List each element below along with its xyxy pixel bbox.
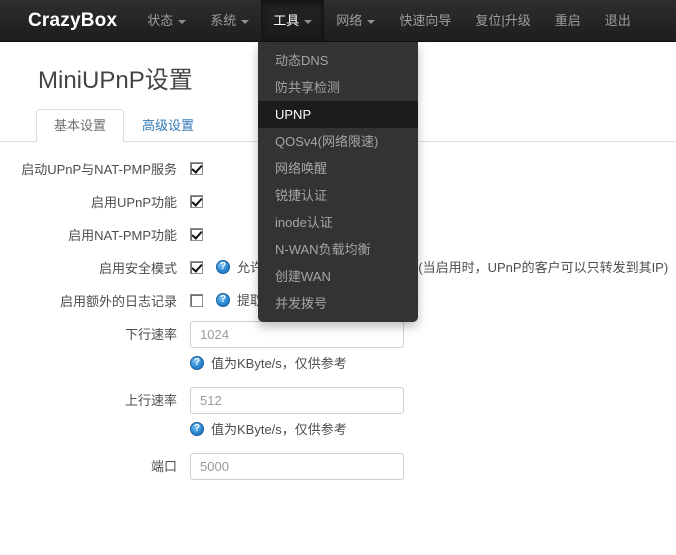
dropdown-item-7[interactable]: N-WAN负载均衡	[258, 236, 418, 263]
nav-item-label: 网络	[336, 0, 362, 42]
hint-text: 值为KByte/s，仅供参考	[211, 417, 347, 439]
dropdown-item-1[interactable]: 防共享检测	[258, 74, 418, 101]
checkbox[interactable]	[190, 195, 203, 208]
hint-text: 值为KByte/s，仅供参考	[211, 351, 347, 373]
dropdown-item-3[interactable]: QOSv4(网络限速)	[258, 128, 418, 155]
dropdown-item-6[interactable]: inode认证	[258, 209, 418, 236]
field-control: ?提取额外的调试信息至系统日志	[177, 288, 676, 310]
nav-item-label: 重启	[555, 0, 581, 42]
help-question-icon[interactable]: ?	[190, 422, 204, 436]
nav-item-7[interactable]: 退出	[593, 0, 643, 41]
tab-0[interactable]: 基本设置	[36, 109, 124, 142]
chevron-down-icon	[241, 20, 249, 24]
nav-item-4[interactable]: 快速向导	[387, 0, 463, 41]
nav-items: 状态系统工具网络快速向导复位|升级重启退出	[135, 0, 643, 41]
field-control: ?允许添加只转发给请求的IP地址(当启用时，UPnP的客户可以只转发到其IP)	[177, 255, 676, 277]
tab-1[interactable]: 高级设置	[124, 109, 212, 142]
field-label: 启动UPnP与NAT-PMP服务	[0, 156, 177, 179]
field-control	[177, 156, 676, 175]
checkbox[interactable]	[190, 261, 203, 274]
checkbox[interactable]	[190, 294, 203, 307]
field-control: ? 值为KByte/s，仅供参考	[177, 387, 676, 439]
nav-item-0[interactable]: 状态	[135, 0, 198, 41]
chevron-down-icon	[178, 20, 186, 24]
nav-item-label: 退出	[605, 0, 631, 42]
nav-item-label: 复位|升级	[475, 0, 530, 42]
nav-item-2[interactable]: 工具	[261, 0, 324, 41]
text-input[interactable]	[190, 387, 404, 414]
dropdown-item-4[interactable]: 网络唤醒	[258, 155, 418, 182]
top-navbar: CrazyBox 状态系统工具网络快速向导复位|升级重启退出	[0, 0, 676, 42]
dropdown-item-2[interactable]: UPNP	[258, 101, 418, 128]
nav-item-label: 系统	[210, 0, 236, 42]
chevron-down-icon	[304, 20, 312, 24]
field-label: 下行速率	[0, 321, 177, 344]
brand-logo[interactable]: CrazyBox	[0, 0, 135, 41]
field-control	[177, 189, 676, 208]
field-label: 启用额外的日志记录	[0, 288, 177, 311]
dropdown-item-8[interactable]: 创建WAN	[258, 263, 418, 290]
checkbox[interactable]	[190, 228, 203, 241]
checkbox[interactable]	[190, 162, 203, 175]
hint-group: ? 值为KByte/s，仅供参考	[190, 351, 404, 373]
field-control	[177, 222, 676, 241]
field-label: 上行速率	[0, 387, 177, 410]
field-label: 端口	[0, 453, 177, 476]
nav-item-3[interactable]: 网络	[324, 0, 387, 41]
nav-item-label: 快速向导	[399, 0, 451, 42]
nav-item-1[interactable]: 系统	[198, 0, 261, 41]
help-question-icon[interactable]: ?	[190, 356, 204, 370]
chevron-down-icon	[367, 20, 375, 24]
dropdown-item-5[interactable]: 锐捷认证	[258, 182, 418, 209]
input-stack: ? 值为KByte/s，仅供参考	[190, 387, 404, 439]
nav-item-label: 状态	[147, 0, 173, 42]
tools-dropdown-menu: 动态DNS防共享检测UPNPQOSv4(网络限速)网络唤醒锐捷认证inode认证…	[258, 42, 418, 322]
hint-group: ? 值为KByte/s，仅供参考	[190, 417, 404, 439]
dropdown-item-9[interactable]: 并发拨号	[258, 290, 418, 317]
nav-item-6[interactable]: 重启	[543, 0, 593, 41]
field-label: 启用UPnP功能	[0, 189, 177, 212]
input-stack: ? 值为KByte/s，仅供参考	[190, 321, 404, 373]
text-input[interactable]	[190, 321, 404, 348]
field-label: 启用NAT-PMP功能	[0, 222, 177, 245]
help-question-icon[interactable]: ?	[216, 293, 230, 307]
form-row: 下行速率? 值为KByte/s，仅供参考	[0, 321, 676, 373]
field-control: ? 值为KByte/s，仅供参考	[177, 321, 676, 373]
help-question-icon[interactable]: ?	[216, 260, 230, 274]
form-row: 端口	[0, 453, 676, 480]
nav-item-5[interactable]: 复位|升级	[463, 0, 542, 41]
nav-item-label: 工具	[273, 0, 299, 42]
dropdown-item-0[interactable]: 动态DNS	[258, 47, 418, 74]
field-label: 启用安全模式	[0, 255, 177, 278]
input-stack	[190, 453, 404, 480]
text-input[interactable]	[190, 453, 404, 480]
field-control	[177, 453, 676, 480]
form-row: 上行速率? 值为KByte/s，仅供参考	[0, 387, 676, 439]
